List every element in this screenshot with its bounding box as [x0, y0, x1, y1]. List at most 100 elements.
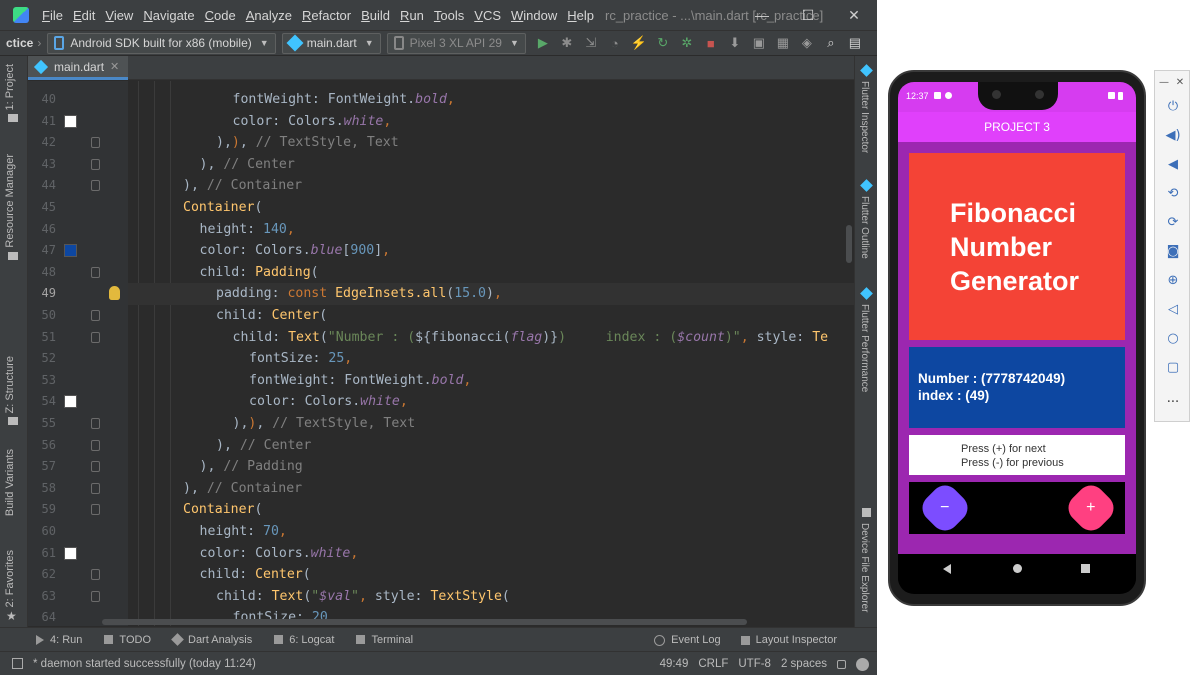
code-line[interactable]: ), // Center — [128, 154, 854, 176]
fold-icon[interactable] — [91, 418, 100, 429]
menu-refactor[interactable]: Refactor — [297, 8, 356, 23]
hot-reload-icon[interactable]: ⚡ — [628, 32, 650, 54]
search-icon[interactable]: ⌕ — [820, 32, 842, 54]
code-line[interactable]: color: Colors.white, — [128, 111, 854, 133]
tool-flutter-outline[interactable]: Flutter Outline — [859, 179, 875, 259]
tool-favorites[interactable]: 2: Favorites ★ — [4, 550, 24, 623]
stop-icon[interactable]: ■ — [700, 32, 722, 54]
run-icon[interactable]: ▶ — [532, 32, 554, 54]
code-line[interactable]: ),), // TextStyle, Text — [128, 132, 854, 154]
tool-device-file-explorer[interactable]: Device File Explorer — [859, 508, 875, 612]
tool-project[interactable]: 1: Project — [4, 64, 24, 123]
menu-file[interactable]: File — [37, 8, 68, 23]
next-button[interactable]: + — [1062, 479, 1120, 537]
color-swatch-icon[interactable] — [64, 244, 77, 258]
hot-restart-icon[interactable]: ↻ — [652, 32, 674, 54]
avd-select[interactable]: Pixel 3 XL API 29 ▼ — [386, 32, 526, 54]
tool-build-variants[interactable]: Build Variants — [4, 449, 24, 516]
code-line[interactable]: Container( — [128, 499, 854, 521]
caret-position[interactable]: 49:49 — [660, 658, 689, 670]
code-line[interactable]: child: Text("$val", style: TextStyle( — [128, 586, 854, 608]
home-icon[interactable] — [1013, 564, 1022, 573]
home-icon[interactable]: ○ — [1155, 327, 1191, 349]
back-icon[interactable]: ◁ — [1155, 298, 1191, 320]
previous-button[interactable]: − — [916, 479, 974, 537]
color-swatch-icon[interactable] — [64, 546, 77, 560]
menu-tools[interactable]: Tools — [429, 8, 469, 23]
fold-icon[interactable] — [91, 158, 100, 170]
menu-run[interactable]: Run — [395, 8, 429, 23]
vertical-scrollbar[interactable] — [846, 225, 852, 263]
code-line[interactable]: ),), // TextStyle, Text — [128, 413, 854, 435]
fold-icon[interactable] — [91, 569, 100, 581]
close-tab-icon[interactable]: ✕ — [110, 60, 119, 73]
rotate-right-icon[interactable]: ⟳ — [1155, 211, 1191, 233]
menu-view[interactable]: View — [100, 8, 138, 23]
volume-up-icon[interactable]: ◀) — [1155, 124, 1191, 146]
zoom-icon[interactable]: ⊕ — [1155, 269, 1191, 291]
overview-icon[interactable] — [1081, 564, 1090, 573]
menu-analyze[interactable]: Analyze — [241, 8, 297, 23]
back-icon[interactable] — [943, 564, 951, 574]
color-swatch-icon[interactable] — [64, 395, 77, 409]
flutter-debug-icon[interactable]: ✲ — [676, 32, 698, 54]
tool-logcat[interactable]: 6: Logcat — [274, 634, 334, 646]
more-icon[interactable]: ... — [1155, 387, 1191, 409]
tool-run[interactable]: 4: Run — [36, 634, 82, 646]
menu-build[interactable]: Build — [356, 8, 395, 23]
indent-setting[interactable]: 2 spaces — [781, 658, 827, 670]
status-message[interactable]: * daemon started successfully (today 11:… — [33, 658, 256, 670]
attach-icon[interactable]: ⇲ — [580, 32, 602, 54]
code-line[interactable]: padding: const EdgeInsets.all(15.0), — [128, 283, 854, 305]
emulator-minimize-icon[interactable]: — — [1155, 73, 1173, 91]
code-line[interactable]: child: Center( — [128, 564, 854, 586]
menu-help[interactable]: Help — [562, 8, 599, 23]
project-structure-icon[interactable]: ▦ — [772, 32, 794, 54]
fold-icon[interactable] — [91, 331, 100, 343]
code-line[interactable]: color: Colors.white, — [128, 543, 854, 565]
fold-icon[interactable] — [91, 180, 100, 192]
fold-icon[interactable] — [91, 482, 100, 494]
tool-layout-inspector[interactable]: Layout Inspector — [740, 634, 837, 646]
fold-icon[interactable] — [91, 439, 100, 451]
tool-todo[interactable]: TODO — [104, 634, 151, 646]
maximize-button[interactable]: ☐ — [785, 0, 831, 30]
inspection-face-icon[interactable] — [856, 657, 869, 671]
tab-main-dart[interactable]: main.dart ✕ — [28, 56, 128, 80]
profile-icon[interactable]: ◔ — [604, 32, 626, 54]
code-line[interactable]: ), // Center — [128, 435, 854, 457]
overview-icon[interactable]: ▢ — [1155, 356, 1191, 378]
screenshot-icon[interactable]: ◙ — [1155, 240, 1191, 262]
run-config-select[interactable]: main.dart ▼ — [281, 32, 381, 54]
fold-icon[interactable] — [91, 590, 100, 602]
minimize-button[interactable]: — — [739, 0, 785, 30]
code-line[interactable]: ), // Padding — [128, 456, 854, 478]
tool-flutter-inspector[interactable]: Flutter Inspector — [859, 64, 875, 153]
debug-icon[interactable]: ✱ — [556, 32, 578, 54]
file-encoding[interactable]: UTF-8 — [738, 658, 771, 670]
code-line[interactable]: child: Padding( — [128, 262, 854, 284]
code-line[interactable]: child: Center( — [128, 305, 854, 327]
fold-icon[interactable] — [91, 504, 100, 516]
sdk-manager-icon[interactable]: ⬇ — [724, 32, 746, 54]
code-line[interactable]: Container( — [128, 197, 854, 219]
menu-navigate[interactable]: Navigate — [138, 8, 199, 23]
device-target-select[interactable]: Android SDK built for x86 (mobile) ▼ — [47, 32, 276, 54]
tool-structure[interactable]: Z: Structure — [4, 356, 24, 426]
code-line[interactable]: fontWeight: FontWeight.bold, — [128, 89, 854, 111]
sync-icon[interactable]: ◈ — [796, 32, 818, 54]
menu-window[interactable]: Window — [506, 8, 562, 23]
rotate-left-icon[interactable]: ⟲ — [1155, 182, 1191, 204]
toggle-tool-windows-icon[interactable] — [12, 658, 23, 669]
intention-bulb-icon[interactable] — [109, 286, 120, 301]
phone-screen[interactable]: 12:37 PROJECT 3 Fibonacci Number Generat… — [898, 82, 1136, 594]
code-line[interactable]: color: Colors.blue[900], — [128, 240, 854, 262]
code-line[interactable]: height: 140, — [128, 219, 854, 241]
code-line[interactable]: ), // Container — [128, 175, 854, 197]
code-editor[interactable]: fontWeight: FontWeight.bold, color: Color… — [128, 81, 854, 626]
tool-dart-analysis[interactable]: Dart Analysis — [171, 633, 252, 646]
fold-icon[interactable] — [91, 461, 100, 473]
lock-icon[interactable] — [837, 659, 846, 669]
code-line[interactable]: ), // Container — [128, 478, 854, 500]
power-icon[interactable]: ⏻ — [1155, 95, 1191, 117]
